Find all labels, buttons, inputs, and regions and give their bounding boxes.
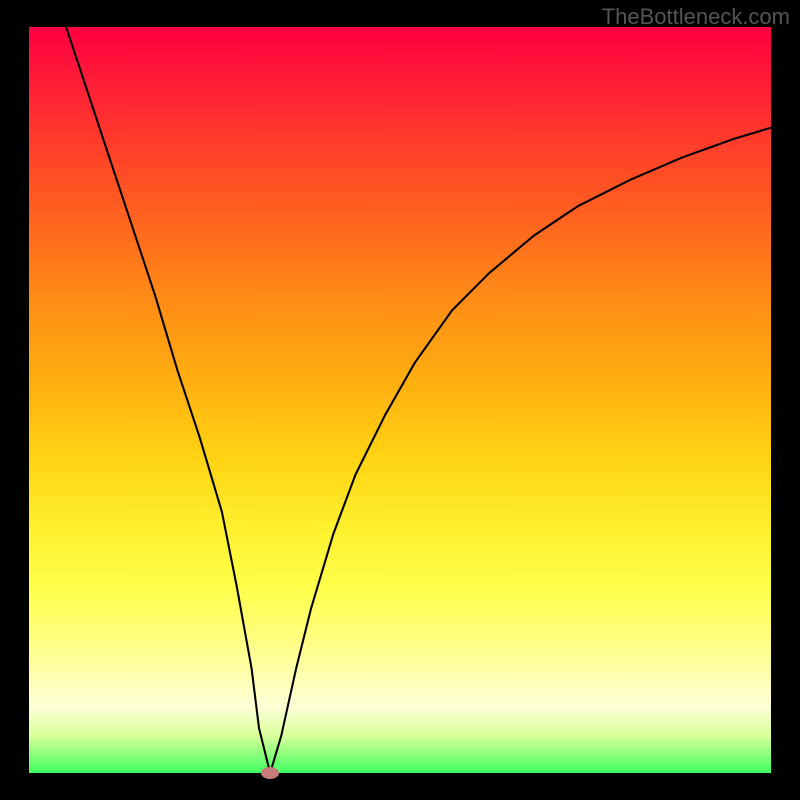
plot-area [29, 27, 771, 773]
watermark-text: TheBottleneck.com [602, 4, 790, 30]
minimum-marker [261, 767, 279, 779]
bottleneck-curve [29, 27, 771, 773]
